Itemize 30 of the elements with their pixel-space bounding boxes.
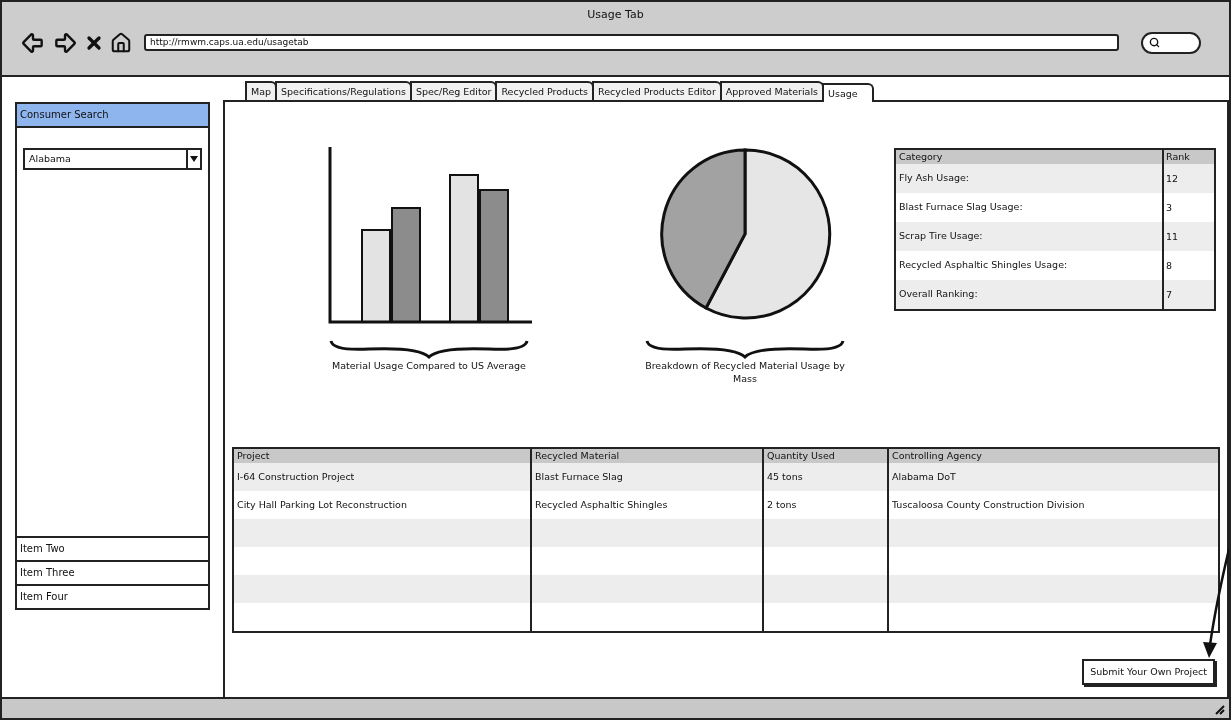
column-header: Category — [898, 150, 944, 164]
tab[interactable]: Map — [245, 81, 278, 100]
tab[interactable]: Recycled Products — [495, 81, 595, 100]
state-dropdown[interactable]: Alabama — [23, 148, 202, 170]
resize-grip-icon — [1213, 702, 1225, 715]
table-cell-text: Recycled Asphaltic Shingles Usage: — [898, 258, 1069, 273]
chart-caption: Breakdown of Recycled Material Usage by Mass — [645, 359, 845, 385]
table-cell: 7 — [1162, 280, 1214, 309]
table-cell-text: City Hall Parking Lot Reconstruction — [236, 498, 408, 512]
table-cell-text: Fly Ash Usage: — [898, 171, 971, 186]
table-cell-text: Overall Ranking: — [898, 287, 979, 302]
tab[interactable]: Recycled Products Editor — [592, 81, 722, 100]
home-icon[interactable] — [110, 31, 132, 54]
table-cell-text: Scrap Tire Usage: — [898, 229, 984, 244]
tab[interactable]: Approved Materials — [719, 81, 824, 100]
accordion-header[interactable]: Consumer Search — [17, 104, 208, 128]
tab[interactable]: Specifications/Regulations — [275, 81, 412, 100]
chart-caption: Material Usage Compared to US Average — [331, 359, 527, 372]
caret-icon — [186, 150, 200, 168]
dropdown-value: Alabama — [28, 152, 72, 166]
search-field[interactable] — [1141, 31, 1201, 54]
window-title: Usage Tab — [586, 7, 645, 23]
column-header: Project — [236, 449, 271, 463]
search-icon — [1149, 37, 1160, 48]
submit-project-button[interactable]: Submit Your Own Project — [1082, 659, 1215, 685]
table-cell-text: I-64 Construction Project — [236, 470, 356, 484]
tab[interactable]: Spec/Reg Editor — [409, 81, 498, 100]
url-field[interactable]: http://rmwm.caps.ua.edu/usagetab — [144, 34, 1119, 51]
tab[interactable]: Usage — [822, 83, 874, 102]
table-cell-text: Blast Furnace Slag Usage: — [898, 200, 1024, 215]
